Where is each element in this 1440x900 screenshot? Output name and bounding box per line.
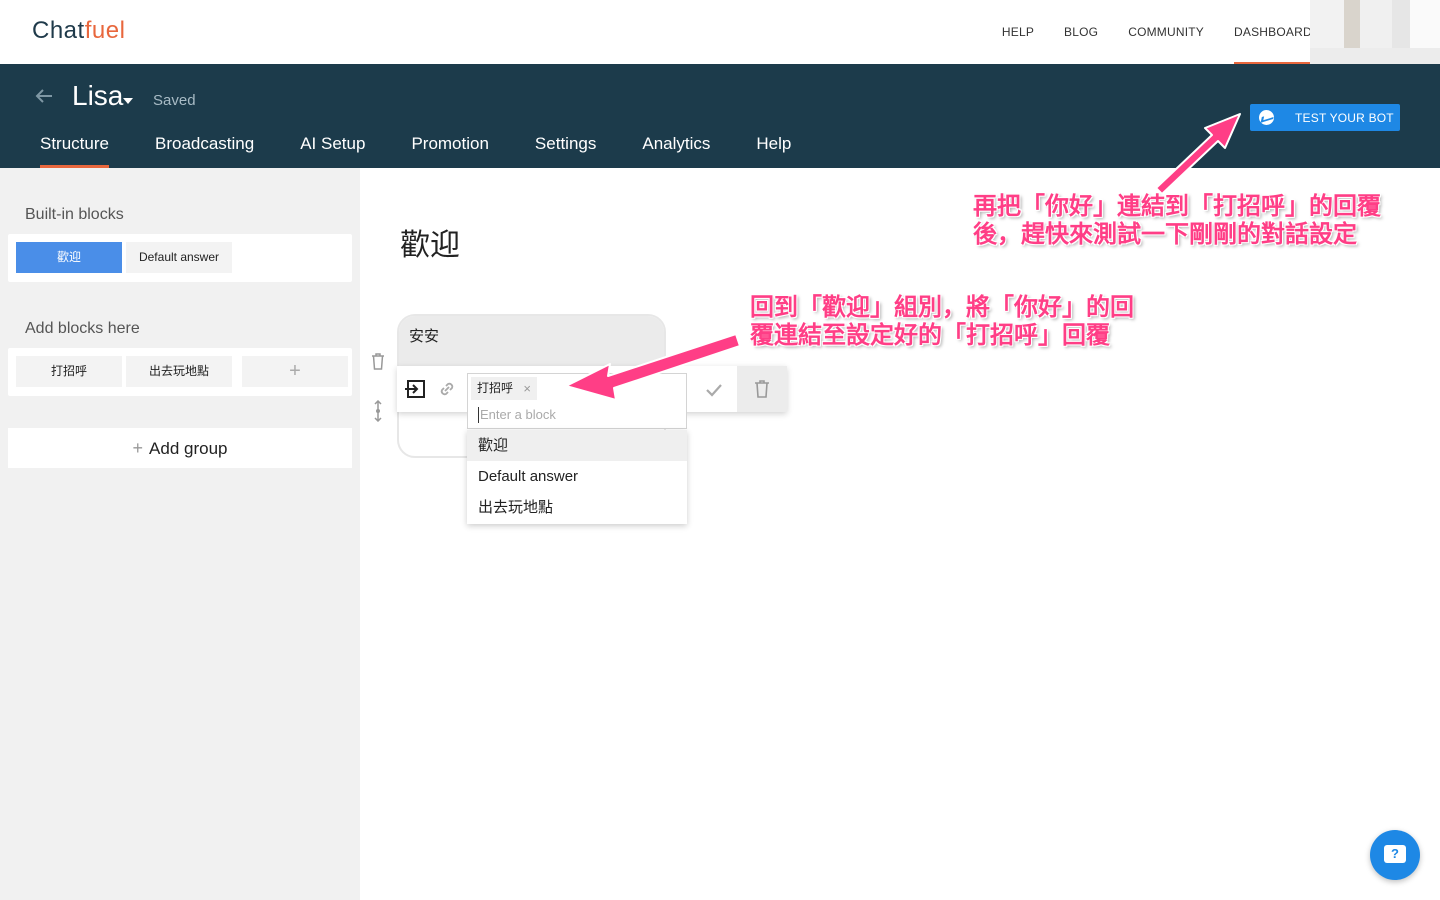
save-status: Saved (153, 92, 196, 109)
tab-promotion[interactable]: Promotion (411, 130, 488, 168)
plus-icon: + (132, 438, 144, 458)
tab-settings[interactable]: Settings (535, 130, 596, 168)
selected-block-label: 打招呼 (477, 381, 514, 395)
block-suggestions-dropdown: 歡迎 Default answer 出去玩地點 (467, 430, 687, 524)
back-arrow-icon[interactable] (34, 86, 54, 106)
chatfuel-logo[interactable]: Chatfuel (32, 17, 125, 45)
logo-text-fuel: fuel (84, 17, 126, 44)
block-chip-welcome[interactable]: 歡迎 (16, 242, 122, 273)
dropdown-option-default-answer[interactable]: Default answer (467, 461, 687, 492)
bubble-text[interactable]: 安安 (409, 325, 439, 346)
add-block-button[interactable]: + (242, 356, 348, 387)
builtin-blocks-group: 歡迎 Default answer (8, 234, 352, 282)
blocks-sidebar: Built-in blocks 歡迎 Default answer Add bl… (0, 168, 360, 900)
add-group-button[interactable]: + Add group (8, 428, 352, 468)
annotation-link-instruction: 回到「歡迎」組別，將「你好」的回 覆連結至設定好的「打招呼」回覆 (750, 294, 1134, 349)
nav-blog-link[interactable]: BLOG (1064, 0, 1098, 64)
user-avatar[interactable] (1310, 0, 1440, 64)
messenger-icon (1259, 110, 1274, 125)
logo-text-chat: Chat (32, 17, 85, 44)
block-chip-default-answer[interactable]: Default answer (126, 242, 232, 273)
top-nav-links: HELP BLOG COMMUNITY DASHBOARD (972, 0, 1310, 64)
bot-tabs: Structure Broadcasting AI Setup Promotio… (40, 130, 837, 168)
nav-community-link[interactable]: COMMUNITY (1128, 0, 1204, 64)
bot-menu-caret-icon[interactable] (123, 98, 133, 104)
top-navbar: Chatfuel HELP BLOG COMMUNITY DASHBOARD (0, 0, 1440, 64)
nav-help-link[interactable]: HELP (1002, 0, 1034, 64)
tab-ai-setup[interactable]: AI Setup (300, 130, 365, 168)
dropdown-option-places[interactable]: 出去玩地點 (467, 492, 687, 523)
tab-analytics[interactable]: Analytics (642, 130, 710, 168)
add-blocks-title: Add blocks here (25, 320, 140, 337)
block-search-placeholder[interactable]: Enter a block (478, 407, 556, 423)
delete-card-icon[interactable] (371, 352, 385, 370)
tab-structure[interactable]: Structure (40, 130, 109, 168)
block-chip-places[interactable]: 出去玩地點 (126, 356, 232, 387)
test-your-bot-button[interactable]: TEST YOUR BOT (1250, 104, 1400, 131)
builtin-blocks-title: Built-in blocks (25, 206, 124, 223)
block-chip-greet[interactable]: 打招呼 (16, 356, 122, 387)
help-chat-button[interactable]: ? (1370, 830, 1420, 880)
block-select-input[interactable]: 打招呼 × Enter a block (467, 373, 687, 429)
url-link-icon[interactable] (437, 379, 457, 399)
text-bubble[interactable]: 安安 (399, 316, 664, 366)
tab-broadcasting[interactable]: Broadcasting (155, 130, 254, 168)
add-group-label: Add group (149, 439, 228, 458)
custom-blocks-group: 打招呼 出去玩地點 + (8, 348, 352, 396)
bot-header: Lisa Saved Structure Broadcasting AI Set… (0, 64, 1440, 168)
drag-handle-icon[interactable] (373, 400, 383, 422)
block-title[interactable]: 歡迎 (400, 220, 460, 264)
help-bubble-icon: ? (1384, 845, 1406, 863)
bot-name[interactable]: Lisa (72, 80, 123, 112)
test-your-bot-label: TEST YOUR BOT (1295, 111, 1394, 125)
nav-dashboard-link[interactable]: DASHBOARD (1234, 0, 1310, 64)
annotation-test-instruction: 再把「你好」連結到「打招呼」的回覆 後，趕快來測試一下剛剛的對話設定 (973, 193, 1381, 248)
delete-button[interactable] (737, 366, 787, 412)
confirm-check-icon[interactable] (703, 379, 725, 401)
trash-icon (755, 380, 769, 398)
selected-block-tag: 打招呼 × (471, 377, 538, 400)
dropdown-option-welcome[interactable]: 歡迎 (467, 430, 687, 461)
remove-tag-icon[interactable]: × (523, 377, 531, 400)
go-to-block-icon[interactable] (405, 378, 427, 400)
tab-help[interactable]: Help (756, 130, 791, 168)
